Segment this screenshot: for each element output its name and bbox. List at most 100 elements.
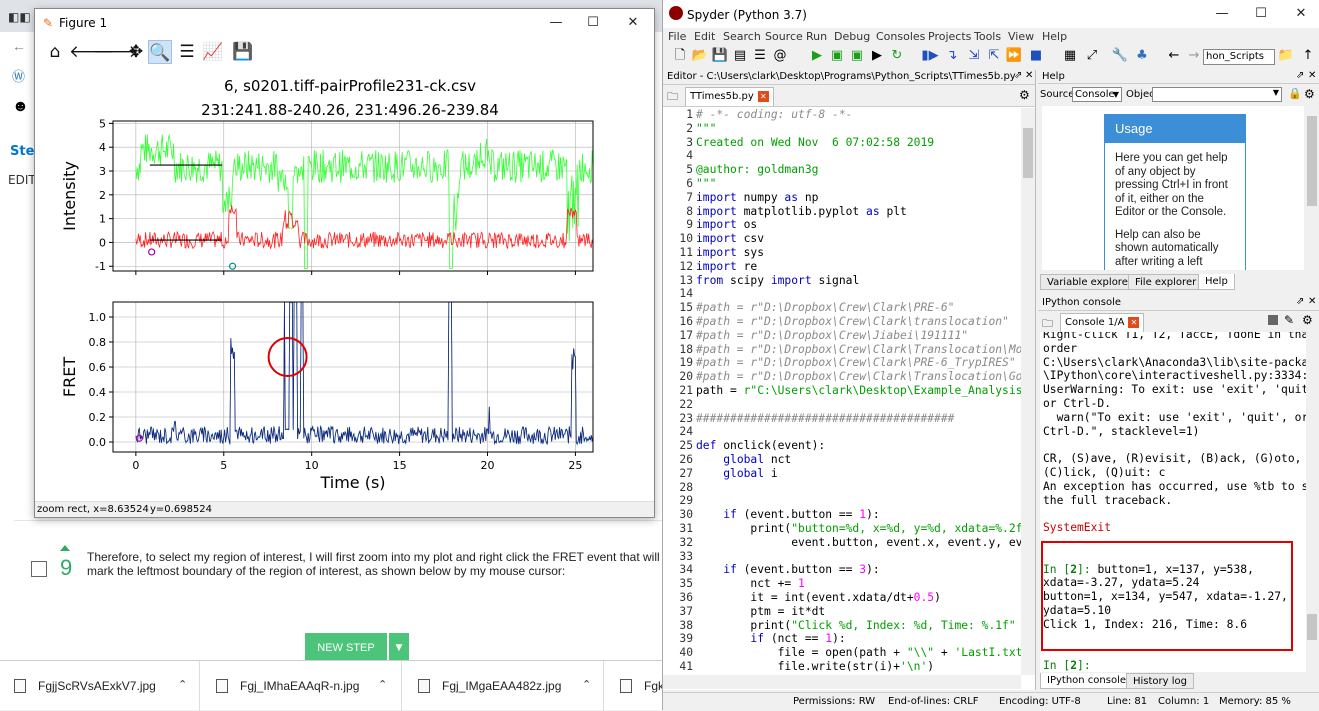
fret-axes[interactable]: 0.0 0.2 0.4 0.6 0.8 1.0 0 5 10 15 20 25 FRET Time (s) (60, 301, 594, 492)
maximize-button[interactable]: ☐ (1247, 4, 1275, 24)
step-return-icon[interactable]: ⇱ (985, 47, 1003, 65)
stop-kernel-icon[interactable] (1268, 315, 1278, 325)
code-line[interactable]: #path = r"D:\Dropbox\Crew\Clark\transloc… (696, 315, 1009, 328)
code-line[interactable]: Created on Wed Nov 6 07:02:58 2019 (696, 136, 934, 149)
code-line[interactable]: # -*- coding: utf-8 -*- (696, 108, 852, 121)
working-directory-combo[interactable]: hon_Scripts (1203, 49, 1275, 65)
chevron-up-icon[interactable]: ⌃ (582, 678, 591, 691)
rerun-icon[interactable]: ↻ (888, 47, 906, 65)
step-into-icon[interactable]: ⇲ (965, 47, 983, 65)
undock-icon[interactable]: ⇗ (1296, 70, 1304, 81)
menu-tools[interactable]: Tools (974, 30, 1001, 43)
edit-curve-icon[interactable]: 📈 (201, 40, 225, 64)
back-icon[interactable]: ← (12, 38, 26, 54)
zoom-icon[interactable]: 🔍 (148, 40, 172, 64)
close-tab-icon[interactable]: ✕ (757, 90, 769, 102)
code-line[interactable]: print("Click %d, Index: %d, Time: %.1f" … (696, 619, 1021, 632)
list-icon[interactable]: ☰ (751, 47, 769, 65)
debug-icon[interactable]: ▮▶ (921, 47, 939, 65)
clear-console-icon[interactable]: ✎ (1284, 313, 1294, 327)
download-item[interactable]: Fgj_IMgaEAA482z.jpg ⌃ (404, 661, 604, 711)
browse-tabs-icon[interactable]: 🗀 (667, 88, 678, 107)
code-line[interactable]: #path = r"D:\Dropbox\Crew\Clark\Transloc… (696, 370, 1021, 383)
menu-view[interactable]: View (1008, 30, 1034, 43)
save-file-icon[interactable]: 💾 (711, 47, 729, 65)
editor-tab-ttimes5b[interactable]: TTimes5b.py ✕ (685, 87, 774, 106)
close-pane-icon[interactable]: ✕ (1308, 70, 1316, 81)
code-line[interactable]: #path = r"D:\Dropbox\Crew\Jiabei\191111" (696, 329, 968, 342)
plot-svg[interactable]: 6, s0201.tiff-pairProfile231-ck.csv 231:… (35, 69, 654, 501)
scroll-thumb[interactable] (1307, 614, 1317, 640)
stop-debug-icon[interactable]: ■ (1027, 47, 1045, 65)
code-line[interactable]: print("button=%d, x=%d, y=%d, xdata=%.2f… (696, 522, 1021, 535)
step-up-arrow-icon[interactable] (60, 545, 70, 551)
tab-file-explorer[interactable]: File explorer (1128, 274, 1204, 290)
code-line[interactable]: #path = r"D:\Dropbox\Crew\Clark\Transloc… (696, 343, 1021, 356)
preferences-icon[interactable]: 🔧 (1111, 47, 1129, 65)
minimize-button[interactable]: — (1208, 4, 1236, 24)
home-icon[interactable]: ⌂ (43, 40, 67, 64)
code-line[interactable]: import matplotlib.pyplot as plt (696, 205, 907, 218)
scroll-thumb[interactable] (1307, 116, 1317, 206)
fullscreen-icon[interactable]: ⤢ (1083, 47, 1101, 65)
open-file-icon[interactable]: 📂 (691, 47, 709, 65)
code-line[interactable]: ###################################### (696, 412, 954, 425)
pan-icon[interactable]: ✥ (124, 40, 148, 64)
tab-ipython-console[interactable]: IPython console (1040, 673, 1134, 689)
code-line[interactable]: @author: goldman3g (696, 163, 818, 176)
code-line[interactable]: it = int(event.xdata/dt+0.5) (696, 591, 940, 604)
code-line[interactable]: import sys (696, 246, 764, 259)
plot-canvas[interactable]: 6, s0201.tiff-pairProfile231-ck.csv 231:… (35, 69, 654, 501)
step-icon[interactable]: ↴ (943, 47, 961, 65)
download-item[interactable]: FgjjScRVsAExkV7.jpg ⌃ (0, 661, 200, 711)
python-path-icon[interactable]: ♣ (1133, 47, 1151, 65)
code-line[interactable]: import re (696, 260, 757, 273)
console-output[interactable]: Right-click T1, T2, TaccE, TdonE in tha o… (1040, 332, 1306, 672)
code-line[interactable]: from scipy import signal (696, 274, 859, 287)
close-pane-icon[interactable]: ✕ (1308, 296, 1316, 307)
tab-history-log[interactable]: History log (1126, 673, 1194, 689)
code-line[interactable]: #path = r"D:\Dropbox\Crew\Clark\PRE-6" (696, 301, 954, 314)
code-line[interactable]: global nct (696, 453, 791, 466)
edit-tab[interactable]: EDIT (8, 173, 36, 187)
code-line[interactable]: """ (696, 122, 716, 135)
code-line[interactable]: ptm = it*dt (696, 605, 825, 618)
lock-icon[interactable]: 🔒 (1288, 87, 1302, 100)
save-icon[interactable]: 💾 (231, 40, 255, 64)
menu-help[interactable]: Help (1042, 30, 1067, 43)
maximize-button[interactable]: ☐ (579, 13, 607, 33)
minimize-button[interactable]: — (542, 13, 570, 33)
new-step-button[interactable]: NEW STEP (305, 633, 387, 663)
scroll-thumb[interactable] (1023, 128, 1033, 178)
undock-icon[interactable]: ⇗ (1014, 70, 1022, 81)
menu-projects[interactable]: Projects (928, 30, 971, 43)
code-line[interactable]: path = r"C:\Users\clark\Desktop\Example_… (696, 384, 1021, 397)
menu-edit[interactable]: Edit (694, 30, 715, 43)
wordpress-icon[interactable]: Ⓦ (12, 66, 25, 85)
forward-arrow-icon[interactable]: 🡒 (93, 40, 139, 64)
menu-search[interactable]: Search (723, 30, 761, 43)
step-text[interactable]: Therefore, to select my region of intere… (87, 550, 667, 578)
run-cell-advance-icon[interactable]: ▣ (848, 47, 866, 65)
undock-icon[interactable]: ⇗ (1296, 296, 1304, 307)
help-scrollbar[interactable] (1306, 106, 1318, 270)
subplots-icon[interactable]: ☰ (175, 40, 199, 64)
browse-folder-icon[interactable]: 📁 (1277, 47, 1295, 65)
code-line[interactable]: global i (696, 467, 777, 480)
maximize-pane-icon[interactable]: ▦ (1061, 47, 1079, 65)
code-line[interactable]: import numpy as np (696, 191, 818, 204)
console-tab[interactable]: Console 1/A ✕ (1060, 313, 1145, 332)
code-line[interactable]: file = open(path + "\\" + 'LastI.txt', (696, 646, 1021, 659)
forward-icon[interactable]: → (1185, 47, 1203, 65)
run-cell-icon[interactable]: ▣ (828, 47, 846, 65)
chevron-up-icon[interactable]: ⌃ (378, 678, 387, 691)
gear-icon[interactable]: ⚙ (1302, 313, 1313, 327)
code-line[interactable]: if (nct == 1): (696, 632, 845, 645)
code-line[interactable]: import os (696, 218, 757, 231)
source-select[interactable]: Console ▼ (1072, 87, 1122, 102)
code-line[interactable]: """ (696, 177, 716, 190)
code-area[interactable]: 1 # -*- coding: utf-8 -*- 2 """ 3 Created on … (663, 108, 1021, 675)
run-selection-icon[interactable]: ▶ (868, 47, 886, 65)
gear-icon[interactable]: ⚙ (1304, 87, 1315, 101)
parent-dir-icon[interactable]: ↑ (1299, 47, 1317, 65)
